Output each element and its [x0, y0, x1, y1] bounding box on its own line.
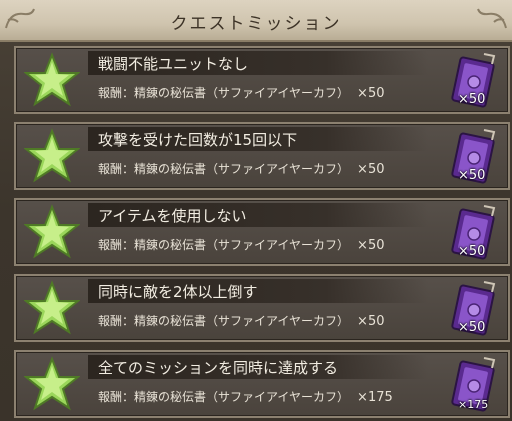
reward-label: 報酬：精錬の秘伝書（サファイアイヤーカフ）: [98, 162, 350, 176]
mission-row: 全てのミッションを同時に達成する 報酬：精錬の秘伝書（サファイアイヤーカフ） ×1…: [14, 350, 510, 418]
green-star-icon: [24, 52, 80, 107]
item-count: ×50: [458, 168, 486, 183]
mission-name: 同時に敵を2体以上倒す: [98, 283, 258, 301]
mission-reward: 報酬：精錬の秘伝書（サファイアイヤーカフ） ×175: [98, 388, 393, 405]
reward-quantity: ×50: [357, 162, 385, 177]
ornament-icon: [477, 8, 507, 29]
green-star-icon: [24, 356, 80, 411]
mission-name: アイテムを使用しない: [98, 207, 247, 225]
green-star-icon: [24, 128, 80, 183]
reward-label: 報酬：精錬の秘伝書（サファイアイヤーカフ）: [98, 86, 350, 100]
mission-row: 戦闘不能ユニットなし 報酬：精錬の秘伝書（サファイアイヤーカフ） ×50 ×50: [14, 46, 510, 114]
mission-reward: 報酬：精錬の秘伝書（サファイアイヤーカフ） ×50: [98, 312, 384, 329]
mission-row: 同時に敵を2体以上倒す 報酬：精錬の秘伝書（サファイアイヤーカフ） ×50 ×50: [14, 274, 510, 342]
mission-row: アイテムを使用しない 報酬：精錬の秘伝書（サファイアイヤーカフ） ×50 ×50: [14, 198, 510, 266]
item-count: ×50: [458, 244, 486, 259]
reward-quantity: ×50: [357, 86, 385, 101]
mission-name: 全てのミッションを同時に達成する: [98, 359, 339, 377]
panel-title: クエストミッション: [170, 14, 342, 34]
reward-quantity: ×50: [357, 314, 385, 329]
mission-reward: 報酬：精錬の秘伝書（サファイアイヤーカフ） ×50: [98, 160, 384, 177]
reward-label: 報酬：精錬の秘伝書（サファイアイヤーカフ）: [98, 238, 350, 252]
green-star-icon: [24, 204, 80, 259]
mission-reward: 報酬：精錬の秘伝書（サファイアイヤーカフ） ×50: [98, 236, 384, 253]
panel-header: クエストミッション: [0, 0, 512, 42]
item-count: ×50: [458, 320, 486, 335]
mission-name: 戦闘不能ユニットなし: [98, 55, 249, 73]
reward-label: 報酬：精錬の秘伝書（サファイアイヤーカフ）: [98, 390, 350, 404]
mission-name: 攻撃を受けた回数が15回以下: [98, 131, 298, 149]
reward-quantity: ×50: [357, 238, 385, 253]
item-count: ×50: [458, 92, 486, 107]
reward-label: 報酬：精錬の秘伝書（サファイアイヤーカフ）: [98, 314, 350, 328]
mission-row: 攻撃を受けた回数が15回以下 報酬：精錬の秘伝書（サファイアイヤーカフ） ×50 …: [14, 122, 510, 190]
mission-reward: 報酬：精錬の秘伝書（サファイアイヤーカフ） ×50: [98, 84, 384, 101]
green-star-icon: [24, 280, 80, 335]
item-count: ×175: [458, 398, 489, 411]
reward-quantity: ×175: [357, 390, 393, 405]
mission-panel: クエストミッション 戦闘不能ユニットなし 報酬：精錬の秘伝書（サファイアイヤーカ…: [0, 0, 512, 421]
